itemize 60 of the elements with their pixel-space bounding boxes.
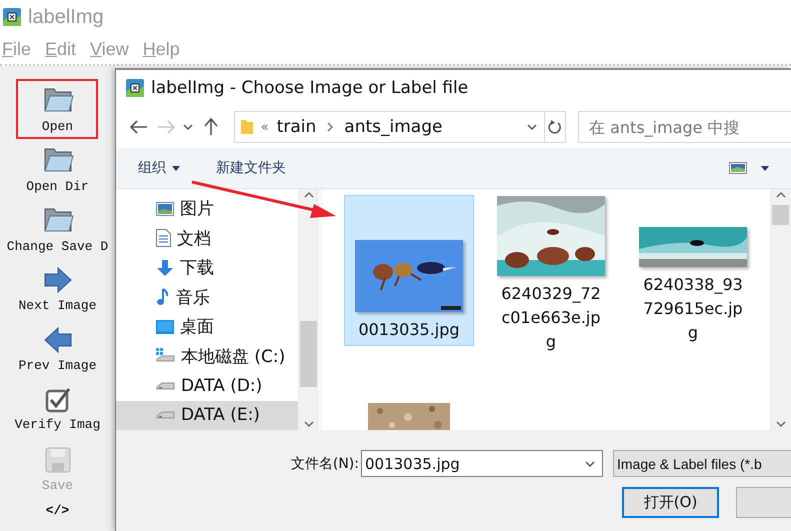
checkbox-icon [44, 386, 70, 412]
right-arrow-icon [42, 266, 72, 294]
toolbar-button[interactable]: </> [46, 503, 70, 518]
chevron-down-icon [183, 124, 194, 130]
file-name: 6240338_93729615ec.jpg [642, 274, 744, 344]
nav-item[interactable]: 音乐 [116, 282, 298, 312]
nav-item[interactable]: DATA (E:) [116, 400, 298, 430]
toolbar-button[interactable]: Open Dir [0, 139, 115, 199]
nav-item[interactable]: 下载 [116, 253, 298, 282]
drive-icon [156, 380, 175, 391]
toolbar-button[interactable]: Prev Image [0, 319, 115, 379]
desktop-icon [156, 320, 174, 334]
app-title: labelImg [28, 6, 104, 28]
file-name: 0013035.jpg [357, 319, 461, 341]
refresh-button[interactable] [544, 111, 566, 143]
view-button[interactable] [729, 162, 769, 174]
refresh-icon [548, 119, 562, 135]
toolbar-button[interactable]: Open [0, 79, 115, 139]
folder-icon [240, 119, 253, 135]
overflow-mark: « [260, 120, 269, 134]
back-arrow-icon [130, 120, 148, 134]
toolbar-button[interactable]: Verify Imag [0, 379, 115, 439]
music-note-icon [156, 288, 170, 306]
up-arrow-icon [204, 118, 218, 136]
path-segment[interactable]: train [276, 117, 316, 137]
picture-icon [156, 202, 174, 216]
command-button[interactable]: 组织 [138, 159, 180, 177]
scroll-thumb[interactable] [300, 321, 317, 387]
nav-item[interactable]: 桌面 [116, 312, 298, 342]
scrollbar[interactable] [298, 189, 319, 430]
open-file-button[interactable]: 打开(O) [622, 487, 720, 518]
drive-icon [156, 410, 175, 420]
scroll-thumb[interactable] [772, 205, 789, 225]
path-segment[interactable]: ants_image [344, 117, 442, 137]
caret-icon [761, 166, 769, 170]
left-arrow-icon [42, 326, 72, 354]
filename-field[interactable]: 0013035.jpg [361, 450, 603, 477]
command-button[interactable]: 新建文件夹 [216, 159, 286, 177]
picture-icon [729, 162, 747, 174]
file-tile[interactable]: 0013035.jpg [344, 195, 474, 346]
document-icon [156, 229, 171, 248]
search-field[interactable]: 在 ants_image 中搜 [578, 111, 791, 143]
scrollbar[interactable] [770, 189, 791, 430]
file-type-dropdown[interactable]: Image & Label files (*.b [613, 450, 791, 477]
nav-item[interactable]: 图片 [116, 194, 298, 224]
nav-item[interactable]: 本地磁盘 (C:) [116, 342, 298, 371]
nav-item[interactable]: DATA (D:) [116, 371, 298, 400]
drive-icon [156, 348, 175, 364]
download-icon [156, 258, 174, 277]
caret-icon [172, 166, 180, 170]
toolbar-button[interactable]: Change Save D [0, 199, 115, 259]
nav-item[interactable]: 文档 [116, 224, 298, 253]
file-name: 6240329_72c01e663e.jpg [500, 283, 602, 353]
app-icon [125, 78, 145, 98]
toolbar-button[interactable]: Next Image [0, 259, 115, 319]
file-tile[interactable]: 6240338_93729615ec.jpg [628, 195, 758, 346]
dialog-title: labelImg - Choose Image or Label file [151, 78, 468, 98]
filename-label: 文件名(N): [290, 454, 360, 472]
address-bar[interactable]: « train ants_image [234, 111, 545, 143]
forward-arrow-icon [156, 120, 175, 134]
